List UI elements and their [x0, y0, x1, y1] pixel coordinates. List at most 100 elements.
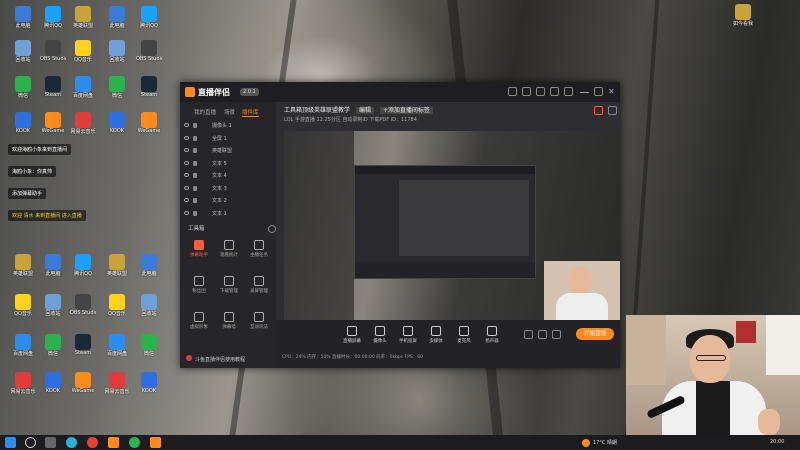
source-item[interactable]: 文本 2: [180, 195, 276, 207]
desktop-shortcut[interactable]: 百度网盘: [104, 334, 130, 357]
desktop-shortcut[interactable]: 此电脑: [136, 254, 162, 277]
edge-icon[interactable]: [66, 437, 77, 448]
room-title[interactable]: 工具箱顶级英雄联盟教学: [284, 107, 350, 114]
desktop-shortcut[interactable]: 回收站: [136, 294, 162, 317]
visibility-icon[interactable]: [184, 185, 189, 190]
desktop-shortcut[interactable]: 腾讯QQ: [136, 6, 162, 29]
lock-icon[interactable]: [193, 173, 197, 178]
bottom-toolbar-button[interactable]: 摄像头: [366, 326, 394, 344]
bottom-toolbar-button[interactable]: 扬声器: [478, 326, 506, 344]
bottom-toolbar-button[interactable]: 多媒体: [422, 326, 450, 344]
desktop-shortcut[interactable]: KOOK: [136, 372, 162, 394]
home-icon[interactable]: [508, 87, 517, 96]
tab-my-live[interactable]: 我的直播: [194, 108, 216, 116]
source-item[interactable]: 文本 4: [180, 170, 276, 182]
visibility-icon[interactable]: [184, 135, 189, 140]
tool-button[interactable]: 虚拟形象: [184, 312, 214, 330]
desktop-shortcut[interactable]: OBS Studio: [136, 40, 162, 62]
desktop-shortcut[interactable]: 微信: [104, 76, 130, 99]
desktop-shortcut[interactable]: 腾讯QQ: [70, 254, 96, 277]
settings-icon[interactable]: [550, 87, 559, 96]
tool-button[interactable]: 互动玩法: [244, 312, 274, 330]
tutorial-notice[interactable]: 斗鱼直播伴侣使用教程: [180, 352, 276, 364]
link-icon[interactable]: [608, 106, 617, 115]
source-item[interactable]: 文本 1: [180, 208, 276, 220]
desktop-shortcut[interactable]: 英雄联盟: [70, 6, 96, 29]
visibility-icon[interactable]: [184, 160, 189, 165]
lock-icon[interactable]: [193, 160, 197, 166]
visibility-icon[interactable]: [184, 173, 189, 177]
lock-icon[interactable]: [193, 210, 197, 216]
visibility-icon[interactable]: [184, 198, 189, 202]
desktop-shortcut[interactable]: 此电脑: [40, 254, 66, 277]
desktop-shortcut[interactable]: QQ音乐: [104, 294, 130, 317]
tab-scenes[interactable]: 场景: [224, 108, 235, 116]
desktop-shortcut[interactable]: 百度网盘: [10, 334, 36, 357]
tool-button[interactable]: 弹幕墙: [214, 312, 244, 330]
lock-icon[interactable]: [193, 148, 197, 153]
tool-button[interactable]: 下载管理: [214, 276, 244, 294]
desktop-shortcut[interactable]: 此电脑: [104, 6, 130, 29]
chrome-icon[interactable]: [87, 437, 98, 448]
desktop-shortcut[interactable]: 网易云音乐: [104, 372, 130, 395]
desktop-shortcut[interactable]: 腾讯QQ: [40, 6, 66, 29]
desktop-shortcut[interactable]: KOOK: [40, 372, 66, 394]
desktop-shortcut[interactable]: 英雄联盟: [104, 254, 130, 277]
app-g-icon[interactable]: [108, 437, 119, 448]
bottom-toolbar-button[interactable]: 麦克风: [450, 326, 478, 344]
desktop-shortcut[interactable]: Steam: [136, 76, 162, 98]
desktop-shortcut[interactable]: 回收站: [104, 40, 130, 63]
tool-button[interactable]: 主播任务: [244, 240, 274, 258]
desktop-shortcut[interactable]: WeGame: [40, 112, 66, 134]
wechat-icon[interactable]: [129, 437, 140, 448]
desktop-shortcut[interactable]: 网易云音乐: [10, 372, 36, 395]
menu-icon[interactable]: [564, 87, 573, 96]
desktop-shortcut[interactable]: 回收站: [10, 40, 36, 63]
desktop-shortcut[interactable]: WeGame: [136, 112, 162, 134]
visibility-icon[interactable]: [184, 210, 189, 215]
lock-icon[interactable]: [193, 185, 197, 191]
tool-button[interactable]: 录屏管理: [244, 276, 274, 294]
desktop-shortcut[interactable]: QQ音乐: [10, 294, 36, 317]
gear-icon[interactable]: [552, 330, 561, 339]
task-view-icon[interactable]: [45, 437, 56, 448]
desktop-shortcut[interactable]: 此电脑: [10, 6, 36, 29]
desktop-shortcut[interactable]: KOOK: [10, 112, 36, 134]
tool-button[interactable]: 弹幕助手: [184, 240, 214, 258]
desktop-shortcut-right[interactable]: 如今看我: [730, 4, 756, 27]
desktop-shortcut[interactable]: 微信: [10, 76, 36, 99]
edit-title-button[interactable]: 编辑: [355, 107, 374, 114]
maximize-button[interactable]: [594, 87, 603, 96]
tab-plugins[interactable]: 插件库: [242, 108, 259, 117]
source-item[interactable]: 全屏 1: [180, 133, 276, 145]
source-item[interactable]: 文本 3: [180, 183, 276, 195]
lock-icon[interactable]: [193, 123, 197, 128]
bottom-toolbar-button[interactable]: 手机投屏: [394, 326, 422, 344]
message-icon[interactable]: [522, 87, 531, 96]
record-icon[interactable]: [524, 330, 533, 339]
minimize-button[interactable]: [580, 92, 589, 93]
eye-icon[interactable]: [538, 330, 547, 339]
bottom-toolbar-button[interactable]: 直播屏幕: [338, 326, 366, 344]
stream-preview[interactable]: [284, 131, 620, 320]
desktop-shortcut[interactable]: OBS Studio: [40, 40, 66, 62]
source-item[interactable]: 英雄联盟: [180, 145, 276, 157]
visibility-icon[interactable]: [184, 123, 189, 127]
desktop-shortcut[interactable]: 微信: [40, 334, 66, 357]
desktop-shortcut[interactable]: 百度网盘: [70, 76, 96, 99]
desktop-shortcut[interactable]: 网易云音乐: [70, 112, 96, 135]
desktop-shortcut[interactable]: Steam: [70, 334, 96, 356]
lock-icon[interactable]: [193, 198, 197, 203]
desktop-shortcut[interactable]: KOOK: [104, 112, 130, 134]
add-tag-button[interactable]: +添加直播间标签: [379, 107, 433, 114]
lock-icon[interactable]: [193, 135, 197, 141]
tool-button[interactable]: 粉丝团: [184, 276, 214, 294]
share-icon[interactable]: [594, 106, 603, 115]
desktop-shortcut[interactable]: Steam: [40, 76, 66, 98]
tool-button[interactable]: 观看统计: [214, 240, 244, 258]
gift-icon[interactable]: [536, 87, 545, 96]
source-item[interactable]: 文本 5: [180, 158, 276, 170]
search-icon[interactable]: [25, 437, 36, 448]
start-icon[interactable]: [5, 437, 16, 448]
streaming-app-icon[interactable]: [150, 437, 161, 448]
